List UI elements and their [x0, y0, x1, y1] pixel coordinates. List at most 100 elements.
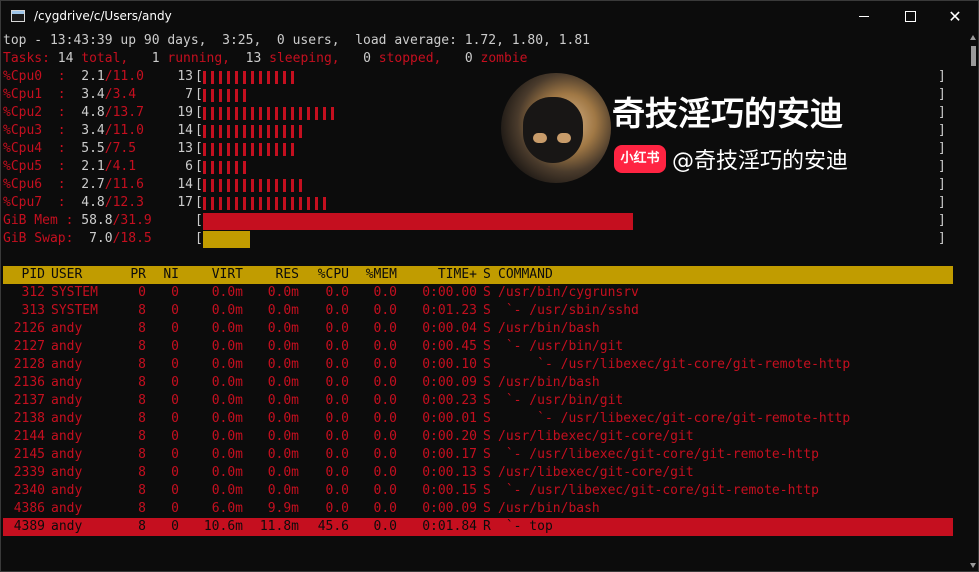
tasks-line: Tasks: 14 total, 1 running, 13 sleeping,…	[3, 50, 527, 68]
table-row[interactable]: 2136 andy 8 0 0.0m 0.0m 0.0 0.0 0:00.09 S/usr/bin…	[3, 374, 953, 392]
process-pr: 8	[138, 375, 146, 390]
process-user: SYSTEM	[51, 285, 98, 300]
column-cpu[interactable]: %CPU	[307, 266, 349, 284]
process-virt: 0.0m	[211, 321, 243, 336]
table-row[interactable]: 2339 andy 8 0 0.0m 0.0m 0.0 0.0 0:00.13 S/usr/lib…	[3, 464, 953, 482]
terminal-icon[interactable]	[11, 10, 25, 22]
process-mem: 0.0	[373, 339, 397, 354]
scroll-thumb[interactable]	[971, 46, 976, 66]
cpu-bar-segment	[259, 143, 262, 156]
cpu-bar-segment	[219, 125, 222, 138]
process-s: S	[483, 501, 491, 516]
process-command: /usr/libexec/git-core/git	[498, 465, 694, 480]
cpu-meter-close: ]	[938, 69, 946, 84]
cpu-label-text: %Cpu5 :	[3, 159, 66, 174]
swap-label: GiB Swap:	[3, 231, 74, 246]
process-cpu: 0.0	[325, 357, 349, 372]
cpu-bar-segment	[323, 107, 326, 120]
column-pr[interactable]: PR	[123, 266, 146, 284]
cpu-bar-segment	[267, 179, 270, 192]
process-pid: 2145	[13, 447, 45, 462]
cpu-bar-segment	[219, 179, 222, 192]
cpu-bar-segment	[219, 197, 222, 210]
column-time[interactable]: TIME+	[407, 266, 477, 284]
table-row[interactable]: 2138 andy 8 0 0.0m 0.0m 0.0 0.0 0:00.01 S `- /usr…	[3, 410, 953, 428]
process-s: S	[483, 393, 491, 408]
process-res: 0.0m	[267, 303, 299, 318]
column-virt[interactable]: VIRT	[193, 266, 243, 284]
maximize-button[interactable]	[887, 1, 933, 32]
process-table-header[interactable]: PID USER PR NI VIRT RES %CPU %MEM TIME+ …	[3, 266, 953, 284]
cpu-bar-segment	[251, 179, 254, 192]
scroll-up-arrow-icon[interactable]	[970, 35, 976, 40]
table-row[interactable]: 2137 andy 8 0 0.0m 0.0m 0.0 0.0 0:00.23 S `- /usr…	[3, 392, 953, 410]
table-row[interactable]: 2340 andy 8 0 0.0m 0.0m 0.0 0.0 0:00.15 S `- /usr…	[3, 482, 953, 500]
avatar	[501, 73, 611, 183]
table-row[interactable]: 2127 andy 8 0 0.0m 0.0m 0.0 0.0 0:00.45 S `- /usr…	[3, 338, 953, 356]
table-row[interactable]: 4389 andy 8 0 10.6m 11.8m 45.6 0.0 0:01.84 R `- t…	[3, 518, 953, 536]
cpu-bar-segment	[299, 179, 302, 192]
process-s: S	[483, 339, 491, 354]
process-time: 0:00.17	[422, 447, 477, 462]
column-command[interactable]: COMMAND	[498, 266, 553, 284]
cpu-bar-segment	[243, 107, 246, 120]
cpu-max: /7.5	[104, 141, 137, 156]
cpu-meter-open: [	[195, 195, 203, 210]
process-cpu: 0.0	[325, 375, 349, 390]
cpu-bar-segment	[299, 125, 302, 138]
process-command: `- /usr/libexec/git-core/git-remote-http	[498, 411, 851, 426]
table-row[interactable]: 2144 andy 8 0 0.0m 0.0m 0.0 0.0 0:00.20 S/usr/lib…	[3, 428, 953, 446]
process-virt: 6.0m	[211, 501, 243, 516]
table-row[interactable]: 2126 andy 8 0 0.0m 0.0m 0.0 0.0 0:00.04 S/usr/bin…	[3, 320, 953, 338]
process-user: andy	[51, 339, 83, 354]
column-state[interactable]: S	[483, 266, 491, 284]
column-user[interactable]: USER	[51, 266, 82, 284]
cpu-bar-segment	[219, 71, 222, 84]
process-pid: 2136	[13, 375, 45, 390]
process-cpu: 0.0	[325, 411, 349, 426]
cpu-bar-segment	[283, 179, 286, 192]
table-row[interactable]: 313 SYSTEM 8 0 0.0m 0.0m 0.0 0.0 0:01.23 S `- /us…	[3, 302, 953, 320]
cpu-line: %Cpu3 : 3.4/11.0	[3, 122, 144, 140]
process-time: 0:00.45	[422, 339, 477, 354]
cpu-meter-close: ]	[938, 195, 946, 210]
column-ni[interactable]: NI	[153, 266, 179, 284]
cpu-bar-segment	[251, 197, 254, 210]
close-button[interactable]: ✕	[932, 1, 978, 32]
cpu-total: 6	[185, 159, 193, 174]
process-cpu: 0.0	[325, 465, 349, 480]
tasks-zombie-label: zombie	[472, 51, 528, 66]
cpu-bar-segment	[203, 143, 206, 156]
cpu-bar	[203, 107, 339, 120]
process-command: `- /usr/bin/git	[498, 393, 624, 408]
column-pid[interactable]: PID	[3, 266, 45, 284]
table-row[interactable]: 2145 andy 8 0 0.0m 0.0m 0.0 0.0 0:00.17 S `- /usr…	[3, 446, 953, 464]
vertical-scrollbar[interactable]	[969, 32, 978, 571]
cpu-meter-open: [	[195, 87, 203, 102]
scroll-down-arrow-icon[interactable]	[970, 563, 976, 568]
process-time: 0:00.04	[422, 321, 477, 336]
process-mem: 0.0	[373, 375, 397, 390]
process-mem: 0.0	[373, 393, 397, 408]
cpu-bar-segment	[291, 107, 294, 120]
process-mem: 0.0	[373, 429, 397, 444]
title-bar[interactable]: /cygdrive/c/Users/andy ✕	[1, 1, 978, 32]
table-row[interactable]: 4386 andy 8 0 6.0m 9.9m 0.0 0.0 0:00.09 S/usr/bin…	[3, 500, 953, 518]
process-virt: 0.0m	[211, 375, 243, 390]
swap-used: 7.0	[89, 231, 113, 246]
minimize-button[interactable]	[841, 1, 887, 32]
cpu-usage: 4.8	[81, 105, 105, 120]
cpu-bar-segment	[227, 143, 230, 156]
cpu-bar-segment	[243, 197, 246, 210]
cpu-bar-segment	[283, 71, 286, 84]
table-row[interactable]: 312 SYSTEM 0 0 0.0m 0.0m 0.0 0.0 0:00.00 S/usr/bi…	[3, 284, 953, 302]
column-res[interactable]: RES	[253, 266, 299, 284]
column-mem[interactable]: %MEM	[355, 266, 397, 284]
cpu-bar-segment	[219, 89, 222, 102]
process-time: 0:01.84	[422, 519, 477, 534]
cpu-total: 13	[177, 141, 193, 156]
process-mem: 0.0	[373, 501, 397, 516]
table-row[interactable]: 2128 andy 8 0 0.0m 0.0m 0.0 0.0 0:00.10 S `- /usr…	[3, 356, 953, 374]
process-user: andy	[51, 483, 83, 498]
process-command: `- top	[498, 519, 553, 534]
